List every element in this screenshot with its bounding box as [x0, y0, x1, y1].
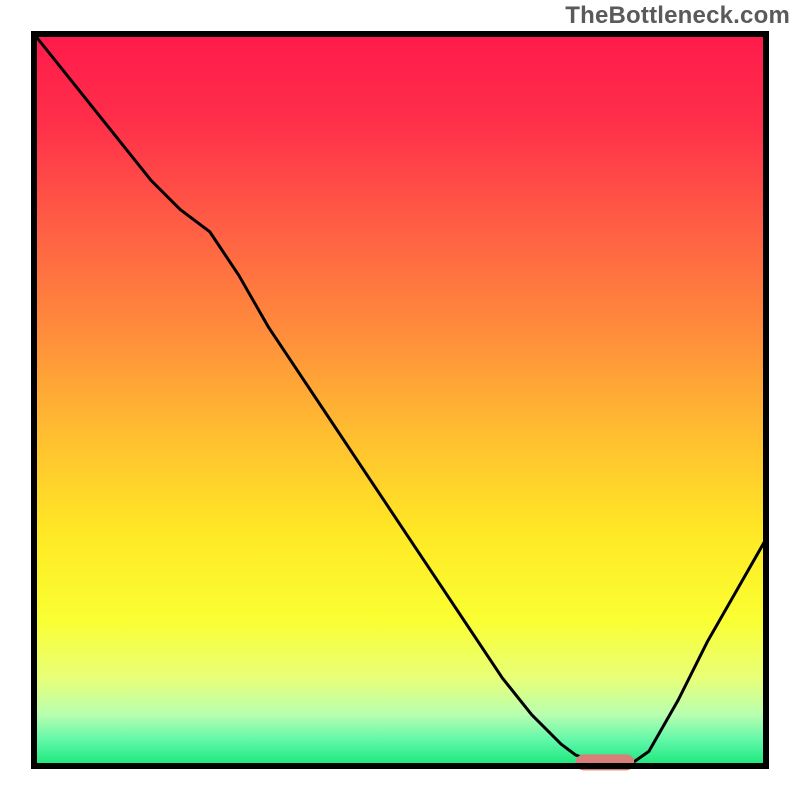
gradient-background	[34, 34, 766, 766]
chart-stage: TheBottleneck.com	[0, 0, 800, 800]
bottleneck-chart	[0, 0, 800, 800]
plot-area	[34, 34, 766, 770]
